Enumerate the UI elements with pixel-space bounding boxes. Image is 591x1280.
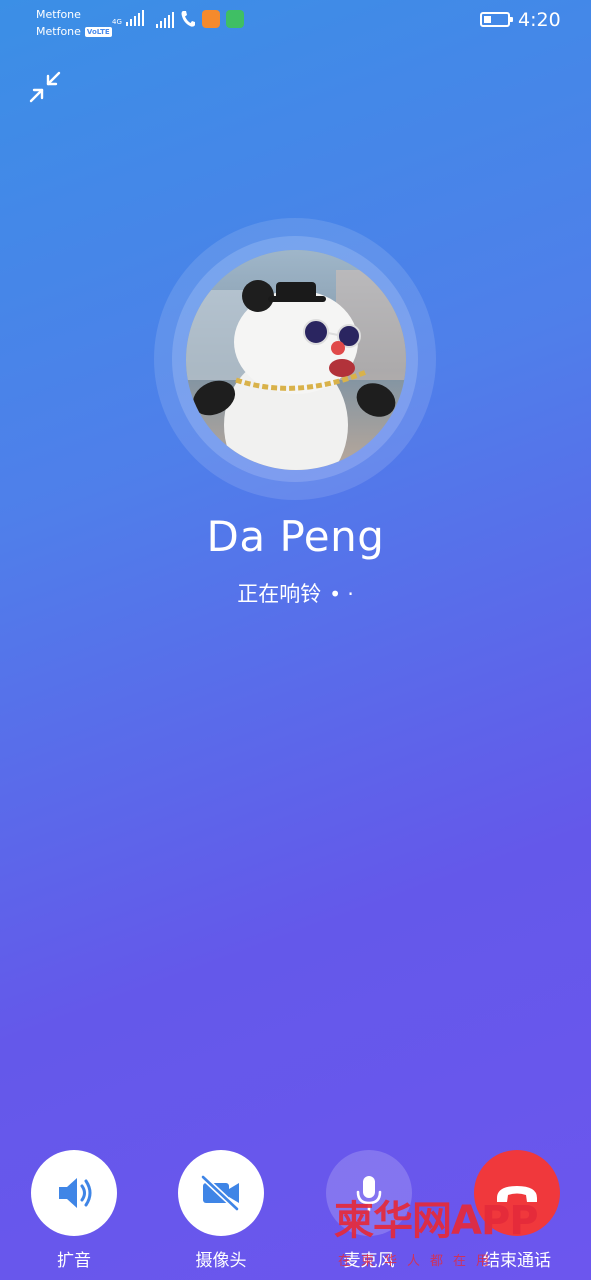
carrier-info: Metfone Metfone VoLTE (36, 6, 112, 40)
camera-label: 摄像头 (195, 1251, 247, 1271)
carrier-1-label: Metfone (36, 8, 81, 21)
signal-2-icon (156, 12, 174, 28)
phone-call-icon (181, 11, 195, 27)
watermark: 柬华网APP 在柬华人都在用 (334, 1188, 591, 1280)
call-status-dots: • · (329, 582, 354, 606)
network-type-label: 4G (112, 18, 122, 26)
caller-name: Da Peng (206, 512, 385, 561)
status-time: 4:20 (518, 9, 561, 31)
caller-avatar (186, 250, 406, 470)
app-notification-2-icon (226, 10, 244, 28)
minimize-call-icon[interactable] (28, 70, 62, 104)
call-status: 正在响铃 • · (0, 578, 591, 608)
volte-badge: VoLTE (84, 26, 112, 37)
app-notification-icon (202, 10, 220, 28)
speaker-button[interactable] (31, 1150, 117, 1236)
status-bar: Metfone Metfone VoLTE 4G 4:20 (0, 0, 591, 44)
battery-icon (480, 12, 513, 27)
call-status-text: 正在响铃 (237, 582, 322, 606)
signal-1-icon: 4G (112, 10, 144, 26)
watermark-sub: 在柬华人都在用 (338, 1254, 500, 1269)
watermark-main: 柬华网APP (334, 1198, 539, 1244)
speaker-icon (59, 1178, 92, 1208)
camera-off-icon (200, 1174, 240, 1212)
speaker-label: 扩音 (57, 1251, 91, 1271)
camera-button[interactable] (178, 1150, 264, 1236)
carrier-2-label: Metfone (36, 25, 81, 38)
